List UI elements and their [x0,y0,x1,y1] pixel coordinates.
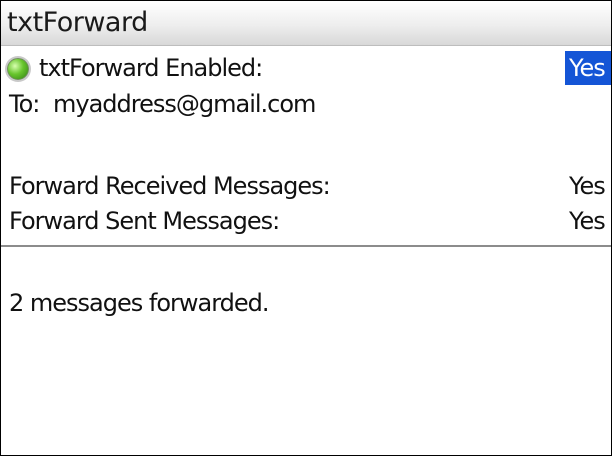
divider [1,245,611,247]
forward-received-value[interactable]: Yes [565,169,606,203]
title-bar: txtForward [1,1,611,46]
app-screen: txtForward txtForward Enabled: Yes To: m… [0,0,612,456]
forward-sent-label: Forward Sent Messages: [9,207,280,235]
app-title: txtForward [7,7,148,38]
enabled-value[interactable]: Yes [565,51,611,85]
forward-received-label: Forward Received Messages: [9,172,331,200]
status-led-icon [7,58,29,80]
status-text: 2 messages forwarded. [9,289,270,317]
forward-sent-value[interactable]: Yes [565,204,606,238]
to-label: To: [9,90,40,118]
enabled-label: txtForward Enabled: [39,54,263,82]
to-value[interactable]: myaddress@gmail.com [53,87,316,121]
